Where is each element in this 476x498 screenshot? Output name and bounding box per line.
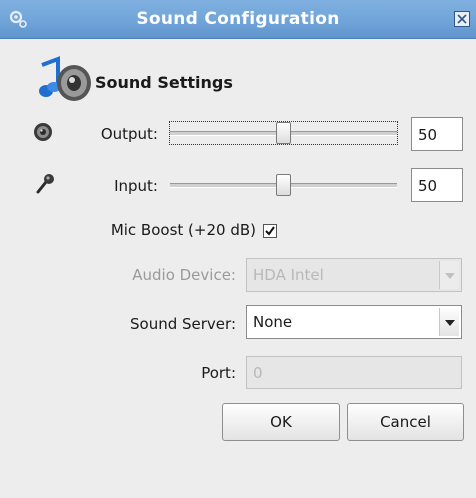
port-label: Port: bbox=[201, 364, 236, 382]
output-value-field[interactable]: 50 bbox=[411, 117, 463, 151]
input-value-field[interactable]: 50 bbox=[411, 168, 463, 202]
chevron-down-icon bbox=[439, 261, 459, 289]
section-title: Sound Settings bbox=[95, 73, 233, 92]
port-field[interactable]: 0 bbox=[246, 356, 462, 389]
mic-boost-label: Mic Boost (+20 dB) bbox=[110, 221, 256, 239]
mic-boost-checkbox[interactable] bbox=[263, 224, 277, 238]
output-label: Output: bbox=[100, 125, 158, 143]
microphone-icon bbox=[35, 173, 55, 199]
music-note-speaker-icon bbox=[36, 55, 96, 103]
output-slider-handle[interactable] bbox=[276, 122, 291, 144]
close-icon bbox=[457, 14, 467, 24]
title-bar[interactable]: Sound Configuration bbox=[0, 0, 476, 39]
chevron-down-icon bbox=[439, 308, 459, 336]
output-slider[interactable] bbox=[169, 121, 398, 145]
audio-device-label: Audio Device: bbox=[132, 266, 236, 284]
close-button[interactable] bbox=[454, 11, 470, 27]
checkmark-icon bbox=[265, 226, 275, 236]
input-label: Input: bbox=[114, 177, 158, 195]
ok-button[interactable]: OK bbox=[222, 403, 340, 441]
sound-server-select[interactable]: None bbox=[246, 305, 462, 339]
audio-device-select[interactable]: HDA Intel bbox=[246, 258, 462, 292]
window-title: Sound Configuration bbox=[136, 9, 340, 29]
sound-server-label: Sound Server: bbox=[130, 315, 236, 333]
sound-server-value: None bbox=[253, 313, 293, 331]
input-slider[interactable] bbox=[170, 174, 397, 196]
cancel-button[interactable]: Cancel bbox=[347, 403, 464, 441]
speaker-icon bbox=[33, 122, 53, 146]
input-slider-handle[interactable] bbox=[276, 174, 291, 196]
audio-device-value: HDA Intel bbox=[253, 266, 324, 284]
